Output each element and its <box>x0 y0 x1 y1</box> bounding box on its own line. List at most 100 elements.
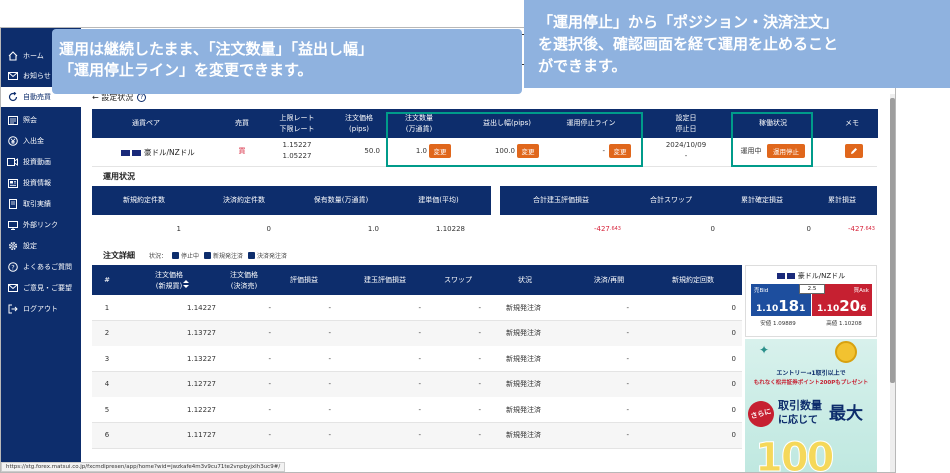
header-width-line1: 注文価格 <box>345 114 373 122</box>
bid-small: 1 <box>799 304 806 314</box>
order-header-eval: 評価損益 <box>276 265 332 295</box>
table-cell-price: 1.13727 <box>187 329 216 337</box>
sidebar-item-label: よくあるご質問 <box>23 263 72 271</box>
banner-line1: エントリー→1取引以上で <box>776 370 846 377</box>
spread-badge: 2.5 <box>799 284 825 294</box>
sort-icon[interactable] <box>182 274 190 288</box>
table-cell-status: 新規発注済 <box>506 329 541 337</box>
table-cell-close: - <box>268 405 271 414</box>
bid-main: 1.10 <box>756 304 779 314</box>
au-flag-icon <box>776 273 785 279</box>
sidebar-item-feedback[interactable]: ご意見・ご要望 <box>1 278 81 298</box>
header-upper-lower: 上限レート 下限レート <box>261 111 333 137</box>
gear-icon <box>7 241 18 251</box>
checkbox-stopped[interactable] <box>172 252 180 259</box>
table-cell-status: 新規発注済 <box>506 431 541 439</box>
order-header-close-reopen: 決済/再開 <box>581 265 637 295</box>
table-cell-eval: - <box>328 405 331 414</box>
table-cell-close: - <box>268 431 271 439</box>
table-cell-pos: - <box>418 405 421 414</box>
banner-number: 100 <box>755 435 835 473</box>
table-cell-re: - <box>626 380 629 388</box>
table-cell-price: 1.12727 <box>187 380 216 388</box>
value-dec: .643 <box>609 226 621 232</box>
filter-label-new-ordered: 新規発注済 <box>213 253 244 260</box>
order-header-price-close-line2: (決済売) <box>230 282 258 290</box>
sidebar-item-video[interactable]: 投資動画 <box>1 152 81 172</box>
book-icon <box>7 199 18 209</box>
bid-price: 1.10181 <box>756 296 805 315</box>
banner-big3: 最大 <box>829 404 863 424</box>
high-rate: 高値 1.10208 <box>826 319 862 327</box>
table-cell-count: 0 <box>731 380 736 388</box>
low-rate: 安値 1.09889 <box>760 319 796 327</box>
filter-label-stopped: 停止中 <box>181 253 200 260</box>
main-content: ← 設定状況 ? 通貨ペア 売買 上限レート 下限レート 注文価格 (pips)… <box>81 28 895 473</box>
table-cell-close: - <box>268 380 271 388</box>
banner-big2: に応じて <box>778 415 818 426</box>
value-dec: .643 <box>863 226 875 232</box>
table-cell-price: 1.14227 <box>187 303 216 312</box>
checkbox-close-ordered[interactable] <box>248 252 256 259</box>
status-value-realized: 0 <box>806 225 811 233</box>
table-cell-num: 2 <box>104 329 110 337</box>
header-pair: 通貨ペア <box>92 109 200 138</box>
bid-big: 18 <box>778 297 800 315</box>
sidebar-item-results[interactable]: 取引実績 <box>1 194 81 214</box>
question-circle-icon[interactable]: ? <box>137 93 147 102</box>
ask-big: 20 <box>839 297 861 315</box>
sidebar-item-external-link[interactable]: 外部リンク <box>1 215 81 235</box>
settings-side: 買 <box>238 147 246 155</box>
list-icon <box>7 115 18 125</box>
table-cell-pos: - <box>418 380 421 388</box>
checkbox-new-ordered[interactable] <box>204 252 212 259</box>
ask-price: 1.10206 <box>817 296 866 315</box>
sidebar-item-label: 設定 <box>23 242 37 250</box>
callout-left: 運用は継続したまま、「注文数量」「益出し幅」 「運用停止ライン」を変更できます。 <box>52 29 522 94</box>
highlight-box-change <box>386 112 643 167</box>
status-header: 決済約定件数 <box>199 186 289 215</box>
coin-icon <box>835 341 857 363</box>
header-memo: メモ <box>826 109 878 138</box>
promo-banner[interactable]: ✦ エントリー→1取引以上で もれなく松井証券ポイント200Pもプレゼント さら… <box>745 339 877 473</box>
order-header-price-new-line1: 注文価格 <box>155 271 183 279</box>
sidebar-item-settings[interactable]: 設定 <box>1 236 81 256</box>
table-cell-swap: - <box>478 380 481 388</box>
table-cell-close: - <box>268 303 271 312</box>
sidebar-item-info[interactable]: 投資情報 <box>1 173 81 193</box>
table-cell-eval: - <box>328 354 331 363</box>
table-cell-num: 5 <box>104 405 110 414</box>
table-cell-count: 0 <box>731 329 736 337</box>
table-cell-re: - <box>626 405 629 414</box>
memo-edit-button[interactable] <box>845 144 863 158</box>
table-cell-re: - <box>626 303 629 312</box>
settings-lower: 1.05227 <box>282 152 312 160</box>
callout-right-line2: を選択後、確認画面を経て運用を止めること <box>538 35 839 53</box>
table-cell-eval: - <box>328 380 331 388</box>
table-cell-eval: - <box>328 329 331 337</box>
sidebar-item-logout[interactable]: ログアウト <box>1 299 81 319</box>
sidebar-item-label: お知らせ <box>23 72 51 80</box>
scrollbar-thumb[interactable] <box>890 98 895 383</box>
callout-right: 「運用停止」から「ポジション・決済注文」 を選択後、確認画面を経て運用を止めるこ… <box>524 0 950 88</box>
table-cell-count: 0 <box>731 303 736 312</box>
sidebar-item-label: 自動売買 <box>23 93 51 101</box>
table-cell-pos: - <box>418 329 421 337</box>
table-cell-count: 0 <box>731 431 736 439</box>
order-header-swap: スワップ <box>433 265 483 295</box>
sidebar-item-deposit[interactable]: 入出金 <box>1 131 81 151</box>
sidebar-item-faq[interactable]: ? よくあるご質問 <box>1 257 81 277</box>
table-cell-eval: - <box>328 303 331 312</box>
banner-sarani-badge: さらに <box>745 398 777 430</box>
settings-stop-date: - <box>684 152 688 160</box>
pencil-icon <box>851 148 857 154</box>
order-header-new-count: 新規約定回数 <box>657 265 729 295</box>
sidebar-item-inquiry[interactable]: 照会 <box>1 110 81 130</box>
callout-left-line1: 運用は継続したまま、「注文数量」「益出し幅」 <box>59 40 373 58</box>
status-header: 保有数量(万通貨) <box>286 186 396 215</box>
filter-label: 状況： <box>149 253 168 260</box>
home-icon <box>7 51 18 61</box>
ask-small: 6 <box>860 304 867 314</box>
au-flag-icon <box>121 149 130 156</box>
value-int: -427 <box>593 225 610 233</box>
